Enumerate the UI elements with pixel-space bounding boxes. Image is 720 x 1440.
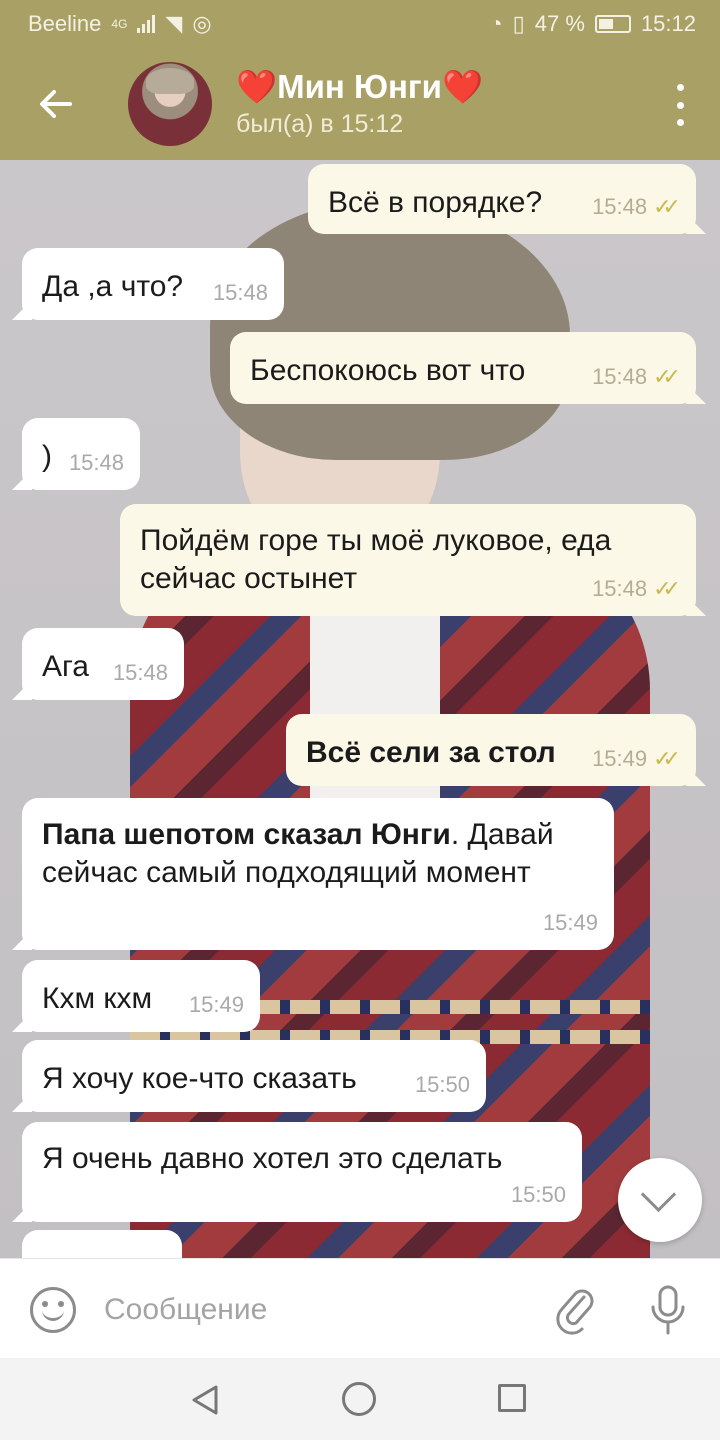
chat-title[interactable]: ❤️Мин Юнги❤️ bbox=[236, 68, 483, 107]
message-bubble-incoming[interactable]: ) 15:48 bbox=[22, 418, 140, 490]
chat-area[interactable]: Всё в порядке? 15:48 ✓✓ Да ,а что? 15:48 … bbox=[0, 160, 720, 1258]
message-time: 15:48 bbox=[592, 364, 648, 389]
last-seen-status: был(а) в 15:12 bbox=[236, 110, 404, 138]
message-time: 15:49 bbox=[592, 746, 648, 771]
message-bubble-incoming[interactable]: Кхм кхм 15:49 bbox=[22, 960, 260, 1032]
message-time: 15:48 bbox=[592, 576, 648, 601]
message-time: 15:49 bbox=[188, 992, 244, 1017]
message-bubble-incoming[interactable]: Да ,а что? 15:48 bbox=[22, 248, 284, 320]
system-nav-bar bbox=[0, 1358, 720, 1440]
paperclip-icon[interactable] bbox=[556, 1285, 596, 1335]
more-menu-button[interactable] bbox=[670, 84, 690, 126]
message-time: 15:48 bbox=[592, 194, 648, 219]
status-bar: Beeline 4G ◥ ◎ ◔ ▯ 47 % 15:12 bbox=[0, 0, 720, 48]
alarm-icon: ◔ bbox=[489, 11, 503, 36]
message-bubble-incoming[interactable]: Я хочу кое-что сказать 15:50 bbox=[22, 1040, 486, 1112]
message-composer bbox=[0, 1258, 720, 1358]
chat-header: ❤️Мин Юнги❤️ был(а) в 15:12 bbox=[0, 48, 720, 160]
network-type: 4G bbox=[111, 17, 128, 31]
message-bubble-outgoing[interactable]: Всё сели за стол 15:49 ✓✓ bbox=[286, 714, 696, 786]
message-bubble-outgoing[interactable]: Всё в порядке? 15:48 ✓✓ bbox=[308, 164, 696, 234]
more-vertical-icon bbox=[676, 84, 684, 91]
whatsapp-icon: ◎ bbox=[192, 11, 212, 36]
arrow-left-icon bbox=[40, 90, 72, 118]
message-time: 15:50 bbox=[414, 1072, 470, 1097]
message-time: 15:48 bbox=[68, 450, 124, 475]
vibrate-icon: ▯ bbox=[512, 11, 525, 36]
emoji-icon[interactable] bbox=[30, 1287, 76, 1333]
read-check-icon: ✓✓ bbox=[653, 746, 681, 771]
back-button[interactable] bbox=[28, 76, 84, 132]
read-check-icon: ✓✓ bbox=[653, 194, 681, 219]
message-time: 15:49 bbox=[542, 910, 598, 935]
nav-recents-icon[interactable] bbox=[498, 1384, 526, 1412]
wifi-icon: ◥ bbox=[165, 11, 183, 36]
message-bubble-incoming[interactable]: Ага 15:48 bbox=[22, 628, 184, 700]
avatar[interactable] bbox=[128, 62, 212, 146]
message-bubble-outgoing[interactable]: Пойдём горе ты моё луковое, еда сейчас о… bbox=[120, 504, 696, 616]
message-bubble-incoming[interactable]: Папа шепотом сказал Юнги. Давай сейчас с… bbox=[22, 798, 614, 950]
message-input[interactable] bbox=[104, 1287, 524, 1333]
message-time: 15:48 bbox=[112, 660, 168, 685]
carrier-label: Beeline bbox=[28, 11, 102, 36]
signal-icon bbox=[137, 15, 156, 33]
clock: 15:12 bbox=[640, 11, 696, 36]
nav-home-icon[interactable] bbox=[342, 1382, 376, 1416]
message-bubble-incoming-partial[interactable] bbox=[22, 1230, 182, 1258]
nav-back-icon[interactable] bbox=[190, 1384, 220, 1416]
message-time: 15:48 bbox=[212, 280, 268, 305]
read-check-icon: ✓✓ bbox=[653, 576, 681, 601]
microphone-icon[interactable] bbox=[648, 1283, 688, 1337]
read-check-icon: ✓✓ bbox=[653, 364, 681, 389]
battery-icon bbox=[594, 15, 631, 33]
message-bubble-outgoing[interactable]: Беспокоюсь вот что 15:48 ✓✓ bbox=[230, 332, 696, 404]
battery-percent: 47 % bbox=[534, 11, 585, 36]
message-time: 15:50 bbox=[510, 1182, 566, 1207]
scroll-down-button[interactable] bbox=[618, 1158, 702, 1242]
message-bubble-incoming[interactable]: Я очень давно хотел это сделать 15:50 bbox=[22, 1122, 582, 1222]
